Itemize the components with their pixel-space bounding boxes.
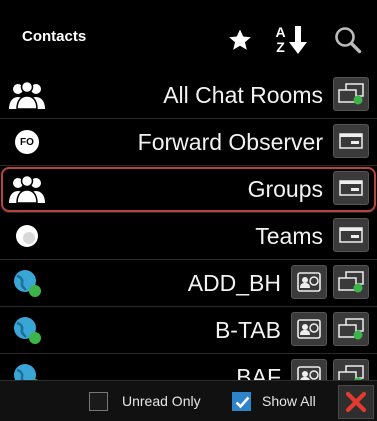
chat-room-icon [338, 318, 364, 340]
show-all-label: Show All [262, 393, 316, 409]
contact-name: Forward Observer [137, 129, 323, 155]
contact-card-button[interactable] [291, 359, 327, 380]
contact-name: B-TAB [214, 317, 281, 343]
globe-online-icon [9, 361, 45, 380]
checkmark-icon [235, 396, 250, 409]
contact-card-button[interactable] [291, 312, 327, 346]
fo-badge: FO [15, 130, 39, 154]
contact-name: All Chat Rooms [163, 82, 323, 108]
card-icon [339, 133, 363, 149]
group-icon [9, 173, 45, 205]
chat-room-icon [338, 365, 364, 380]
fo-badge-icon: FO [9, 126, 45, 158]
globe-online-icon [9, 267, 45, 299]
contact-row-baf[interactable]: BAF [0, 354, 377, 380]
contact-name: ADD_BH [187, 270, 281, 296]
close-icon [345, 391, 367, 413]
contact-list[interactable]: All Chat Rooms FO Forward Observer Group… [0, 72, 377, 380]
chat-room-button[interactable] [333, 312, 369, 346]
close-button[interactable] [338, 385, 374, 419]
header-bar: Contacts A Z [0, 0, 377, 72]
chat-room-button[interactable] [333, 265, 369, 299]
contact-name: BAF [236, 364, 281, 380]
search-icon[interactable] [330, 20, 366, 60]
contact-card-icon [297, 319, 321, 339]
card-button[interactable] [333, 124, 369, 158]
globe-online-icon [9, 314, 45, 346]
chat-room-icon [338, 83, 364, 105]
contact-name: Groups [247, 176, 323, 202]
sort-letter-z: Z [276, 39, 285, 55]
contact-row-add-bh[interactable]: ADD_BH [0, 260, 377, 307]
team-dot-icon [9, 220, 45, 252]
contact-card-icon [297, 366, 321, 380]
card-button[interactable] [333, 171, 369, 205]
contact-row-groups[interactable]: Groups [0, 166, 377, 213]
chat-room-button[interactable] [333, 359, 369, 380]
unread-only-checkbox[interactable] [89, 392, 108, 411]
chat-room-button[interactable] [333, 77, 369, 111]
sort-letter-a: A [275, 24, 286, 40]
card-icon [339, 227, 363, 243]
show-all-checkbox[interactable] [232, 392, 251, 411]
unread-only-label: Unread Only [122, 393, 201, 409]
contact-card-button[interactable] [291, 265, 327, 299]
contact-card-icon [297, 272, 321, 292]
page-title: Contacts [22, 28, 87, 45]
arrow-down-icon [288, 26, 307, 54]
filter-footer: Unread Only Show All [0, 380, 377, 421]
group-icon [9, 79, 45, 111]
contact-row-all-chat-rooms[interactable]: All Chat Rooms [0, 72, 377, 119]
card-icon [339, 180, 363, 196]
star-icon[interactable] [226, 20, 254, 60]
contact-row-forward-observer[interactable]: FO Forward Observer [0, 119, 377, 166]
sort-az-icon[interactable]: A Z [265, 20, 317, 60]
contact-row-teams[interactable]: Teams [0, 213, 377, 260]
contact-name: Teams [255, 223, 323, 249]
contact-row-b-tab[interactable]: B-TAB [0, 307, 377, 354]
card-button[interactable] [333, 218, 369, 252]
chat-room-icon [338, 271, 364, 293]
